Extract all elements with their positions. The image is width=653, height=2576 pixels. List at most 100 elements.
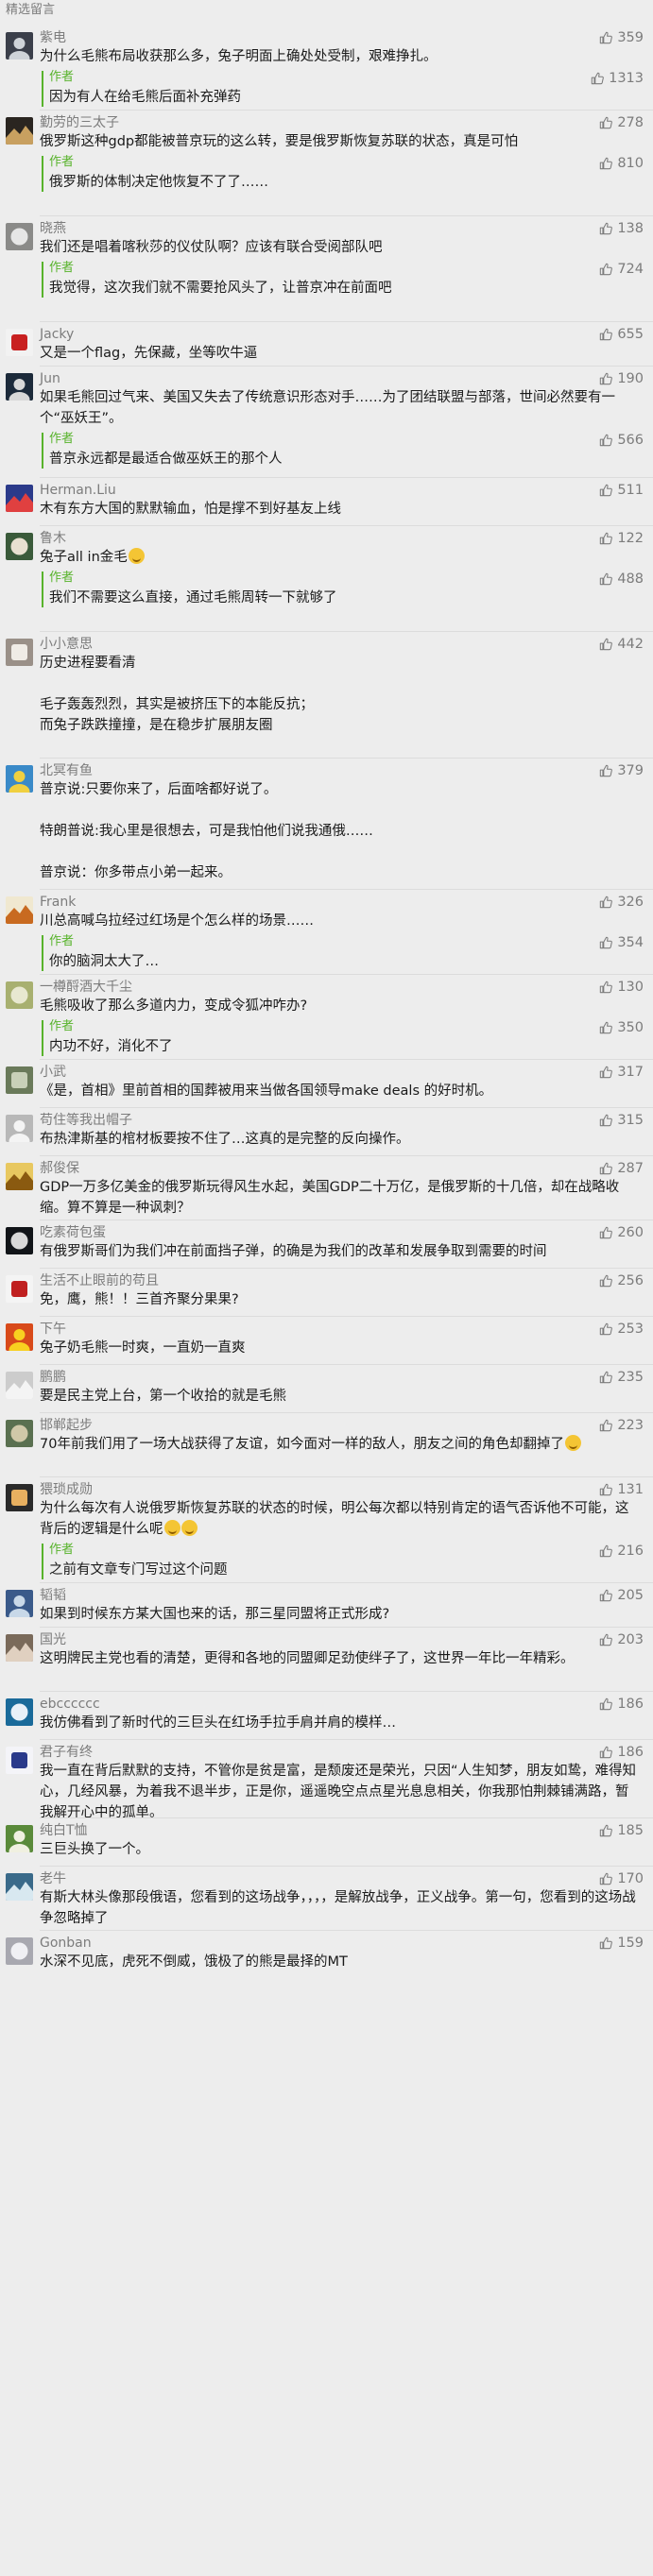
like-button[interactable]: 122 [599,530,644,547]
commenter-name[interactable]: Jun [40,370,60,387]
like-button[interactable]: 205 [599,1587,644,1604]
like-button[interactable]: 235 [599,1369,644,1386]
comment-text-content: 这明牌民主党也看的清楚，更得和各地的同盟卿足劲使绊子了，这世界一年比一年精彩。 [40,1651,575,1666]
avatar[interactable] [6,1275,33,1303]
commenter-name[interactable]: Gonban [40,1935,92,1952]
reply-like-button[interactable]: 354 [599,934,644,951]
avatar[interactable] [6,1634,33,1662]
reply-like-button[interactable]: 810 [599,155,644,172]
avatar[interactable] [6,1420,33,1447]
commenter-name[interactable]: Jacky [40,326,74,343]
avatar[interactable] [6,765,33,793]
like-button[interactable]: 185 [599,1822,644,1839]
comment-text-content: GDP一万多亿美金的俄罗斯玩得风生水起，美国GDP二十万亿，是俄罗斯的十几倍，却… [40,1180,620,1216]
like-button[interactable]: 278 [599,114,644,131]
commenter-name[interactable]: 小武 [40,1064,66,1081]
reply-like-button[interactable]: 566 [599,432,644,449]
reply-like-button[interactable]: 488 [599,571,644,588]
avatar[interactable] [6,1747,33,1774]
like-button[interactable]: 223 [599,1417,644,1434]
like-count: 260 [617,1225,644,1240]
avatar[interactable] [6,1163,33,1190]
commenter-name[interactable]: Frank [40,894,76,911]
comment-text-content: 水深不见底，虎死不倒威，饿极了的熊是最择的MT [40,1954,348,1970]
avatar[interactable] [6,896,33,924]
thumbs-up-icon [600,1633,613,1646]
commenter-name[interactable]: ebcccccc [40,1696,100,1713]
like-button[interactable]: 256 [599,1272,644,1289]
like-button[interactable]: 260 [599,1224,644,1241]
avatar[interactable] [6,485,33,512]
avatar[interactable] [6,117,33,145]
avatar[interactable] [6,1937,33,1965]
commenter-name[interactable]: 下午 [40,1321,66,1338]
like-button[interactable]: 170 [599,1870,644,1887]
avatar[interactable] [6,639,33,666]
like-button[interactable]: 326 [599,894,644,911]
commenter-name[interactable]: 勤劳的三太子 [40,114,119,131]
like-button[interactable]: 315 [599,1112,644,1129]
commenter-name[interactable]: 纯白T恤 [40,1822,88,1839]
avatar[interactable] [6,1066,33,1094]
author-reply-text: 因为有人在给毛熊后面补充弹药 [49,90,241,105]
thumbs-up-icon [600,1066,613,1079]
avatar[interactable] [6,1115,33,1142]
reply-like-button[interactable]: 724 [599,261,644,278]
commenter-name[interactable]: 北冥有鱼 [40,762,93,779]
avatar[interactable] [6,223,33,250]
commenter-name[interactable]: 猥琐成勋 [40,1481,93,1498]
commenter-name[interactable]: 郝俊保 [40,1160,79,1177]
avatar[interactable] [6,1372,33,1399]
commenter-name[interactable]: 一樽酹酒大千尘 [40,979,132,996]
like-button[interactable]: 130 [599,979,644,996]
avatar[interactable] [6,533,33,560]
commenter-name[interactable]: 国光 [40,1631,66,1648]
commenter-name[interactable]: 老牛 [40,1870,66,1887]
avatar[interactable] [6,1323,33,1351]
commenter-name[interactable]: 小小意思 [40,636,93,653]
avatar[interactable] [6,1698,33,1726]
avatar[interactable] [6,1484,33,1511]
author-label: 作者 [49,432,75,446]
commenter-name[interactable]: 生活不止眼前的苟且 [40,1272,159,1289]
commenter-name[interactable]: 鹏鹏 [40,1369,66,1386]
like-button[interactable]: 186 [599,1744,644,1761]
commenter-name[interactable]: 邯郸起步 [40,1417,93,1434]
commenter-name[interactable]: 晓燕 [40,220,66,237]
commenter-name[interactable]: Herman.Liu [40,482,116,499]
like-button[interactable]: 287 [599,1160,644,1177]
commenter-name[interactable]: 紫电 [40,29,66,46]
like-button[interactable]: 253 [599,1321,644,1338]
like-button[interactable]: 655 [599,326,644,343]
commenter-name[interactable]: 苟住等我出帽子 [40,1112,132,1129]
like-button[interactable]: 159 [599,1935,644,1952]
commenter-name[interactable]: 吃素荷包蛋 [40,1224,106,1241]
like-button[interactable]: 131 [599,1481,644,1498]
commenter-name[interactable]: 君子有终 [40,1744,93,1761]
avatar[interactable] [6,1590,33,1617]
like-button[interactable]: 138 [599,220,644,237]
avatar[interactable] [6,1825,33,1852]
avatar[interactable] [6,32,33,60]
thumbs-up-icon [600,157,613,170]
reply-like-button[interactable]: 216 [599,1543,644,1560]
avatar[interactable] [6,1227,33,1254]
avatar[interactable] [6,373,33,401]
avatar[interactable] [6,329,33,356]
avatar[interactable] [6,981,33,1009]
comment-text: 我们还是唱着喀秋莎的仪仗队啊？应该有联合受阅部队吧 [40,237,636,258]
commenter-name[interactable]: 韬韬 [40,1587,66,1604]
reply-like-button[interactable]: 1313 [591,70,644,87]
like-button[interactable]: 359 [599,29,644,46]
like-button[interactable]: 186 [599,1696,644,1713]
like-button[interactable]: 203 [599,1631,644,1648]
avatar[interactable] [6,1873,33,1901]
like-button[interactable]: 442 [599,636,644,653]
reply-like-button[interactable]: 350 [599,1019,644,1036]
like-button[interactable]: 379 [599,762,644,779]
like-button[interactable]: 511 [599,482,644,499]
like-button[interactable]: 317 [599,1064,644,1081]
commenter-name[interactable]: 鲁木 [40,530,66,547]
smile-emoji-icon [564,1435,581,1451]
like-button[interactable]: 190 [599,370,644,387]
